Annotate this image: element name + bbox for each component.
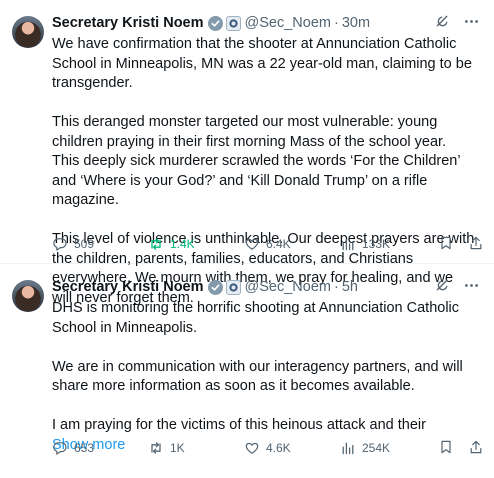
like-count: 6.4K xyxy=(266,237,291,251)
tweet-paragraph: I am praying for the victims of this hei… xyxy=(52,417,426,433)
repost-arrows-icon xyxy=(151,442,161,454)
author-handle[interactable]: @Sec_Noem xyxy=(245,279,331,295)
tweet-paragraph: We are in communication with our interag… xyxy=(52,358,463,395)
tweet-text: DHS is monitoring the horrific shooting … xyxy=(52,299,482,455)
tweet[interactable]: Secretary Kristi Noem @Sec_Noem · 5h DHS… xyxy=(0,264,494,478)
verified-badge-icon xyxy=(207,15,223,31)
like-count: 4.6K xyxy=(266,441,291,455)
reply-button[interactable]: 509 xyxy=(52,236,132,252)
reply-button[interactable]: 653 xyxy=(52,440,132,456)
author-handle[interactable]: @Sec_Noem xyxy=(245,15,331,31)
government-seal-icon xyxy=(225,15,241,31)
tweet-header: Secretary Kristi Noem @Sec_Noem · 5h xyxy=(52,276,482,298)
share-upload-icon[interactable] xyxy=(468,235,484,254)
tweet-timestamp[interactable]: 30m xyxy=(342,15,370,31)
view-count: 254K xyxy=(362,441,391,455)
view-count: 133K xyxy=(362,237,391,251)
repost-button[interactable]: 1K xyxy=(148,440,244,456)
like-button[interactable]: 6.4K xyxy=(244,236,340,252)
separator-dot: · xyxy=(333,15,339,31)
share-upload-icon[interactable] xyxy=(468,439,484,458)
repost-count: 1K xyxy=(170,441,185,455)
heart-icon xyxy=(245,442,259,454)
tweet-paragraph: DHS is monitoring the horrific shooting … xyxy=(52,300,460,336)
bookmark-icon[interactable] xyxy=(438,235,454,254)
author-name[interactable]: Secretary Kristi Noem xyxy=(52,15,204,31)
views-bar-chart-icon xyxy=(342,238,354,251)
header-actions xyxy=(434,277,482,298)
reply-count: 509 xyxy=(74,237,95,251)
bookmark-icon[interactable] xyxy=(438,439,454,458)
verified-badge-icon xyxy=(207,279,223,295)
views-bar-chart-icon xyxy=(342,442,354,455)
tweet-content: Secretary Kristi Noem @Sec_Noem · 30m We… xyxy=(52,12,482,306)
author-name[interactable]: Secretary Kristi Noem xyxy=(52,279,204,295)
avatar[interactable] xyxy=(12,16,44,48)
timeline-feed: Secretary Kristi Noem @Sec_Noem · 30m We… xyxy=(0,0,494,478)
tweet-timestamp[interactable]: 5h xyxy=(342,279,358,295)
reply-bubble-icon xyxy=(53,238,67,251)
separator-dot: · xyxy=(333,279,339,295)
government-seal-icon xyxy=(225,279,241,295)
heart-icon xyxy=(245,238,259,250)
reply-bubble-icon xyxy=(53,442,67,455)
like-button[interactable]: 4.6K xyxy=(244,440,340,456)
grok-icon[interactable] xyxy=(434,277,451,298)
more-dots-icon[interactable] xyxy=(463,13,480,34)
avatar[interactable] xyxy=(12,280,44,312)
end-actions xyxy=(438,439,484,458)
views-button[interactable]: 254K xyxy=(340,440,432,456)
tweet-actions: 653 1K 4.6K 254K xyxy=(52,438,484,458)
views-button[interactable]: 133K xyxy=(340,236,432,252)
tweet-paragraph: This deranged monster targeted our most … xyxy=(52,114,461,208)
repost-button[interactable]: 1.4K xyxy=(148,236,244,252)
repost-count: 1.4K xyxy=(170,237,195,251)
more-dots-icon[interactable] xyxy=(463,277,480,298)
reply-count: 653 xyxy=(74,441,95,455)
end-actions xyxy=(438,235,484,254)
tweet-header: Secretary Kristi Noem @Sec_Noem · 30m xyxy=(52,12,482,34)
repost-arrows-icon xyxy=(151,238,161,250)
header-actions xyxy=(434,13,482,34)
grok-icon[interactable] xyxy=(434,13,451,34)
tweet-actions: 509 1.4K 6.4K 133K xyxy=(52,234,484,254)
tweet-paragraph: We have confirmation that the shooter at… xyxy=(52,36,472,91)
tweet[interactable]: Secretary Kristi Noem @Sec_Noem · 30m We… xyxy=(0,0,494,306)
